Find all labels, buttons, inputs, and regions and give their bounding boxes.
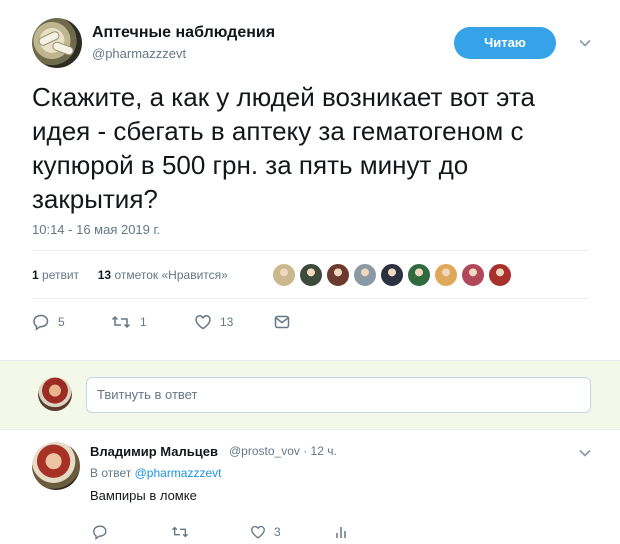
retweet-button[interactable] <box>170 522 190 542</box>
divider <box>32 250 588 251</box>
liker-avatar[interactable] <box>272 263 296 287</box>
direct-message-button[interactable] <box>273 310 291 334</box>
in-reply-to: В ответ @pharmazzzevt <box>90 466 222 480</box>
like-count: 13 <box>220 315 234 329</box>
dm-icon <box>273 313 291 331</box>
retweet-button[interactable]: 1 <box>110 310 147 334</box>
divider <box>32 298 588 299</box>
reply-icon <box>32 313 50 331</box>
reply-count: 5 <box>58 315 65 329</box>
author-avatar[interactable] <box>32 18 82 68</box>
avatar-pill-shape <box>51 40 75 57</box>
like-icon <box>250 524 266 540</box>
liker-avatar[interactable] <box>380 263 404 287</box>
like-button[interactable]: 13 <box>194 310 233 334</box>
reply-icon <box>92 524 108 540</box>
tweet-stats: 1 ретвит 13 отметок «Нравится» <box>32 268 228 282</box>
liker-avatar[interactable] <box>326 263 350 287</box>
reply-tweet[interactable]: Владимир Мальцев @prosto_vov · 12 ч. В о… <box>0 430 620 544</box>
analytics-button[interactable] <box>334 522 348 542</box>
liker-avatar[interactable] <box>407 263 431 287</box>
in-reply-prefix: В ответ <box>90 466 132 480</box>
reply-composer: Твитнуть в ответ <box>0 360 620 430</box>
likes-label[interactable]: отметок «Нравится» <box>114 268 227 282</box>
likes-count[interactable]: 13 <box>98 268 111 282</box>
chevron-down-icon[interactable] <box>578 446 592 460</box>
current-user-avatar[interactable] <box>38 377 72 411</box>
like-button[interactable]: 3 <box>250 522 281 542</box>
following-button[interactable]: Читаю <box>454 27 556 59</box>
reply-actions: 3 <box>90 522 390 542</box>
liker-avatar[interactable] <box>488 263 512 287</box>
liker-avatar[interactable] <box>461 263 485 287</box>
reply-input[interactable]: Твитнуть в ответ <box>86 377 591 413</box>
author-name[interactable]: Аптечные наблюдения <box>92 24 275 42</box>
reply-text: Вампиры в ломке <box>90 488 197 503</box>
tweet-timestamp[interactable]: 10:14 - 16 мая 2019 г. <box>32 222 160 237</box>
main-tweet: Аптечные наблюдения @pharmazzzevt Читаю … <box>0 0 620 360</box>
retweet-icon <box>170 524 190 540</box>
reply-author-avatar[interactable] <box>32 442 80 490</box>
tweet-actions: 5 1 13 <box>32 310 352 334</box>
author-handle[interactable]: @pharmazzzevt <box>92 46 186 61</box>
retweet-count: 1 <box>140 315 147 329</box>
tweet-text: Скажите, а как у людей возникает вот эта… <box>32 82 535 214</box>
in-reply-handle-link[interactable]: @pharmazzzevt <box>135 466 222 480</box>
reply-button[interactable]: 5 <box>32 310 65 334</box>
like-count: 3 <box>274 525 281 539</box>
like-icon <box>194 313 212 331</box>
liker-avatar[interactable] <box>434 263 458 287</box>
analytics-icon <box>334 524 348 540</box>
retweets-count[interactable]: 1 <box>32 268 39 282</box>
reply-button[interactable] <box>92 522 108 542</box>
reply-author-name[interactable]: Владимир Мальцев <box>90 444 218 459</box>
chevron-down-icon[interactable] <box>578 36 592 50</box>
retweet-icon <box>110 313 132 331</box>
liker-avatar[interactable] <box>299 263 323 287</box>
liker-avatar[interactable] <box>353 263 377 287</box>
reply-author-meta[interactable]: @prosto_vov · 12 ч. <box>229 444 337 458</box>
retweets-label[interactable]: ретвит <box>42 268 79 282</box>
